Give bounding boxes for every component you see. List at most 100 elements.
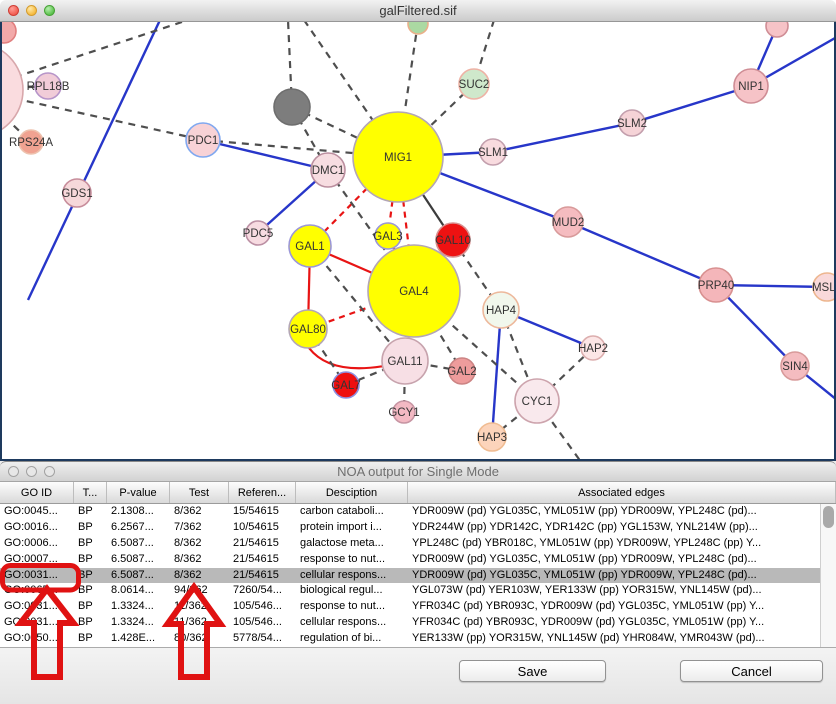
vertical-scrollbar[interactable]: [820, 504, 836, 647]
node-label-HAP4: HAP4: [486, 305, 517, 317]
column-header-goid[interactable]: GO ID: [0, 482, 74, 503]
table-cell: YDR009W (pd) YGL035C, YML051W (pp) YDR00…: [408, 552, 820, 568]
table-row[interactable]: GO:0007...BP6.5087...8/36221/54615respon…: [0, 552, 820, 568]
table-cell: GO:0045...: [0, 504, 74, 520]
node-label-GAL11: GAL11: [388, 356, 423, 368]
table-row[interactable]: GO:0031...BP1.3324...11/362105/546...res…: [0, 599, 820, 615]
table-row[interactable]: GO:0050...BP1.428E...80/3625778/54...reg…: [0, 631, 820, 647]
table-cell: YDR244W (pp) YDR142C, YDR142C (pp) YGL15…: [408, 520, 820, 536]
table-header-row: GO IDT...P-valueTestReferen...Desciption…: [0, 482, 836, 504]
close-button-icon[interactable]: [8, 466, 19, 477]
network-edge[interactable]: [203, 140, 328, 170]
table-cell: BP: [74, 615, 107, 631]
node-label-MIG1: MIG1: [384, 152, 412, 164]
table-cell: YGL073W (pd) YER103W, YER133W (pp) YOR31…: [408, 583, 820, 599]
table-row[interactable]: GO:0006...BP6.5087...8/36221/54615galact…: [0, 536, 820, 552]
close-button-icon[interactable]: [8, 5, 19, 16]
node-unlabeled[interactable]: [2, 43, 23, 137]
network-graph: RPL18BRPS24AGDS1PDC1DMC1MIG1SUC2SLM1SLM2…: [2, 22, 834, 459]
minimize-button-icon[interactable]: [26, 5, 37, 16]
network-edge[interactable]: [492, 310, 501, 437]
node-label-MUD2: MUD2: [552, 217, 585, 229]
node-label-GAL3: GAL3: [373, 231, 402, 243]
network-canvas[interactable]: RPL18BRPS24AGDS1PDC1DMC1MIG1SUC2SLM1SLM2…: [0, 22, 836, 461]
table-cell: 5778/54...: [229, 631, 296, 647]
table-cell: cellular respons...: [296, 568, 408, 584]
node-label-SLM2: SLM2: [617, 118, 647, 130]
noa-window-titlebar[interactable]: NOA output for Single Mode: [0, 461, 836, 482]
network-window-titlebar[interactable]: galFiltered.sif: [0, 0, 836, 22]
table-cell: 1.428E...: [107, 631, 170, 647]
table-cell: 21/54615: [229, 568, 296, 584]
column-header-pvalue[interactable]: P-value: [107, 482, 170, 503]
table-cell: 8/362: [170, 536, 229, 552]
table-row[interactable]: GO:0016...BP6.2567...7/36210/54615protei…: [0, 520, 820, 536]
minimize-button-icon[interactable]: [26, 466, 37, 477]
node-label-NIP1: NIP1: [738, 81, 764, 93]
zoom-button-icon[interactable]: [44, 5, 55, 16]
table-cell: YER133W (pp) YOR315W, YNL145W (pd) YHR08…: [408, 631, 820, 647]
node-label-GAL7: GAL7: [331, 380, 360, 392]
node-label-MSL1: MSL1: [812, 282, 834, 294]
zoom-button-icon[interactable]: [44, 466, 55, 477]
table-cell: 2.1308...: [107, 504, 170, 520]
table-cell: GO:0031...: [0, 615, 74, 631]
node-label-PRP40: PRP40: [698, 280, 734, 292]
table-cell: YDR009W (pd) YGL035C, YML051W (pp) YDR00…: [408, 504, 820, 520]
node-label-GDS1: GDS1: [61, 188, 92, 200]
table-cell: GO:0016...: [0, 520, 74, 536]
network-edge[interactable]: [493, 123, 632, 152]
table-row[interactable]: GO:0065...BP8.0614...94/3627260/54...bio…: [0, 583, 820, 599]
node-label-GAL2: GAL2: [447, 366, 476, 378]
table-cell: GO:0007...: [0, 552, 74, 568]
table-cell: protein import i...: [296, 520, 408, 536]
node-label-GAL10: GAL10: [435, 235, 471, 247]
node-label-GAL1: GAL1: [295, 241, 324, 253]
network-edge[interactable]: [568, 222, 716, 285]
traffic-lights: [0, 0, 55, 21]
node-label-GAL80: GAL80: [290, 324, 326, 336]
network-window: galFiltered.sif RPL18BRPS24AGDS1PDC1DMC1…: [0, 0, 836, 461]
table-cell: 6.5087...: [107, 568, 170, 584]
column-header-referen[interactable]: Referen...: [229, 482, 296, 503]
table-cell: carbon cataboli...: [296, 504, 408, 520]
column-header-test[interactable]: Test: [170, 482, 229, 503]
node-label-RPL18B: RPL18B: [27, 81, 70, 93]
table-cell: 11/362: [170, 615, 229, 631]
table-row[interactable]: GO:0031...BP6.5087...8/36221/54615cellul…: [0, 568, 820, 584]
table-cell: 1.3324...: [107, 615, 170, 631]
node-unlabeled[interactable]: [766, 22, 788, 37]
table-cell: cellular respons...: [296, 615, 408, 631]
noa-window-title: NOA output for Single Mode: [337, 464, 499, 479]
node-label-PDC5: PDC5: [243, 228, 274, 240]
table-cell: 7/362: [170, 520, 229, 536]
table-cell: galactose meta...: [296, 536, 408, 552]
column-header-associatededges[interactable]: Associated edges: [408, 482, 836, 503]
noa-output-window: NOA output for Single Mode GO IDT...P-va…: [0, 461, 836, 704]
table-row[interactable]: GO:0031...BP1.3324...11/362105/546...cel…: [0, 615, 820, 631]
table-cell: 21/54615: [229, 536, 296, 552]
table-row[interactable]: GO:0045...BP2.1308...8/36215/54615carbon…: [0, 504, 820, 520]
table-cell: 21/54615: [229, 552, 296, 568]
node-unlabeled[interactable]: [2, 22, 16, 43]
node-unlabeled[interactable]: [274, 89, 310, 125]
table-cell: BP: [74, 631, 107, 647]
network-edge[interactable]: [28, 22, 160, 300]
table-cell: BP: [74, 536, 107, 552]
node-label-RPS24A: RPS24A: [9, 137, 53, 149]
table-cell: 80/362: [170, 631, 229, 647]
cancel-button[interactable]: Cancel: [680, 660, 823, 682]
column-header-t[interactable]: T...: [74, 482, 107, 503]
node-label-SLM1: SLM1: [478, 147, 508, 159]
scrollbar-thumb[interactable]: [823, 506, 834, 528]
network-edge[interactable]: [309, 348, 384, 368]
network-edge[interactable]: [632, 86, 751, 123]
table-cell: 94/362: [170, 583, 229, 599]
table-cell: 6.5087...: [107, 536, 170, 552]
table-cell: 6.2567...: [107, 520, 170, 536]
column-header-desciption[interactable]: Desciption: [296, 482, 408, 503]
node-unlabeled[interactable]: [408, 22, 428, 34]
traffic-lights-inactive: [0, 462, 55, 481]
save-button[interactable]: Save: [459, 660, 606, 682]
table-cell: 8.0614...: [107, 583, 170, 599]
